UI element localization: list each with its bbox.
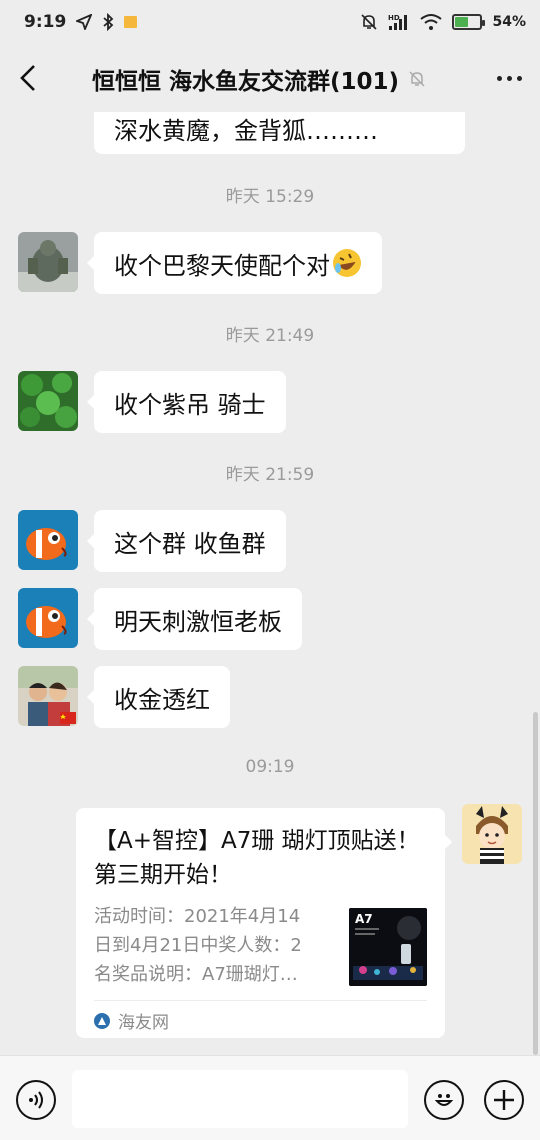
back-button[interactable] [18,58,48,98]
nav-bar: 恒恒恒 海水鱼友交流群(101) [0,44,540,112]
message-row: 收金透红 [18,666,230,728]
couple-photo-avatar[interactable] [18,666,78,726]
status-right: HD 54% [360,13,526,31]
rolling-laugh-emoji [333,249,361,277]
voice-button[interactable] [16,1080,56,1120]
link-card-source: 海友网 [94,1008,169,1033]
nav-title-wrap: 恒恒恒 海水鱼友交流群(101) [92,62,427,96]
battery-percent: 54% [492,14,526,30]
message-bubble[interactable]: 这个群 收鱼群 [87,510,286,572]
link-card-body: 活动时间：2021年4月14 日到4月21日中奖人数：2 名奖品说明：A7珊瑚灯… [94,902,427,989]
message-row: 收个巴黎天使配个对 [18,232,382,294]
timestamp: 09:19 [245,757,295,777]
message-row: 明天刺激恒老板 [18,588,302,650]
link-card[interactable]: 【A+智控】A7珊 瑚灯顶贴送！第三期开始！ 活动时间：2021年4月14 日到… [76,808,452,1038]
message-text: 明天刺激恒老板 [114,607,282,636]
more-button[interactable] [497,58,522,98]
source-logo-icon [94,1012,110,1029]
bluetooth-icon [102,13,114,31]
chat-area[interactable]: 深水黄魔，金背狐……… 昨天 15:29 收个巴黎天使配个对 昨天 21:49 [0,112,540,1055]
link-card-desc-line: 日到4月21日中奖人数：2 [94,935,302,956]
message-text: 收个紫吊 骑士 [114,390,266,419]
timestamp: 昨天 15:29 [225,187,315,207]
wifi-icon [420,13,443,31]
chevron-left-icon [20,65,35,91]
message-bubble-partial[interactable]: 深水黄魔，金背狐……… [94,112,465,154]
emoji-button[interactable] [424,1080,464,1120]
link-card-desc-line: 名奖品说明：A7珊瑚灯… [94,964,298,985]
self-avatar[interactable] [462,804,522,864]
voice-icon [29,1091,43,1109]
notification-flag-icon [124,16,138,28]
scrollbar[interactable] [533,712,538,1055]
timestamp: 昨天 21:49 [225,326,315,346]
battery-icon [452,14,486,30]
clover-leaves-avatar[interactable] [18,371,78,431]
link-card-desc-line: 活动时间：2021年4月14 [94,906,301,927]
message-text: 这个群 收鱼群 [114,529,266,558]
link-card-title: 【A+智控】A7珊 瑚灯顶贴送！第三期开始！ [94,828,420,888]
location-arrow-icon [76,14,93,30]
thumb-label: A7 [355,912,373,926]
signal-icon: HD [388,13,410,31]
message-bubble[interactable]: 明天刺激恒老板 [87,588,302,650]
link-card-divider [94,1000,427,1001]
status-time: 9:19 [24,12,67,32]
more-dots-icon [497,75,502,81]
input-bar [0,1055,540,1140]
more-dot [507,75,512,81]
clownfish-avatar[interactable] [18,588,78,648]
message-row: 收个紫吊 骑士 [18,371,286,433]
message-bubble[interactable]: 收个紫吊 骑士 [87,371,286,433]
message-bubble[interactable]: 收个巴黎天使配个对 [87,232,382,294]
plus-icon [494,1090,514,1110]
message-bubble[interactable]: 收金透红 [87,666,230,728]
bell-off-icon [409,71,425,87]
warrior-statue-avatar[interactable] [18,232,78,292]
message-input[interactable] [72,1070,408,1128]
net-label: HD [388,14,400,22]
message-text: 收个巴黎天使配个对 [114,251,330,280]
timestamp: 昨天 21:59 [225,465,315,485]
plus-button[interactable] [484,1080,524,1120]
link-card-source-name: 海友网 [118,1013,169,1033]
status-left: 9:19 [24,12,138,32]
emoji-icon [434,1094,454,1106]
link-card-thumbnail: A7 [349,908,427,986]
status-bar: 9:19 HD 54% [0,0,540,44]
battery-fill [455,17,469,27]
chat-title: 恒恒恒 海水鱼友交流群(101) [92,69,400,95]
message-text: 收金透红 [114,685,210,714]
link-card-description: 活动时间：2021年4月14 日到4月21日中奖人数：2 名奖品说明：A7珊瑚灯… [94,902,332,989]
mute-bell-icon [360,13,378,31]
clownfish-avatar[interactable] [18,510,78,570]
message-row: 这个群 收鱼群 [18,510,286,572]
more-dot [517,75,522,81]
